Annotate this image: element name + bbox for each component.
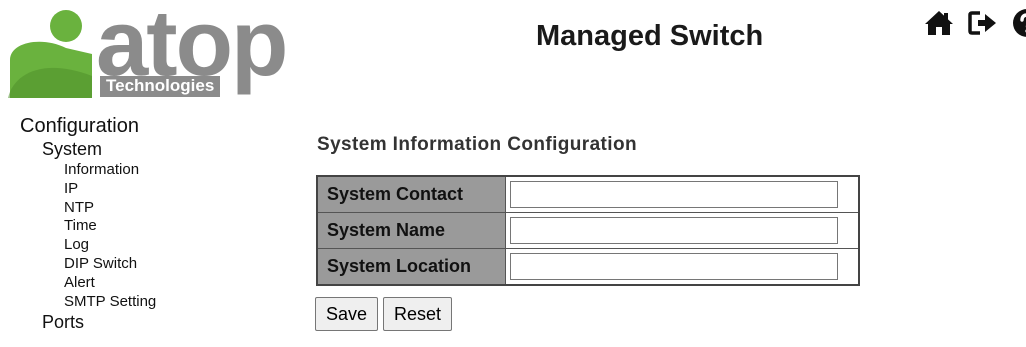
table-row: System Contact (316, 175, 860, 213)
system-contact-input[interactable] (510, 181, 838, 208)
section-title: System Information Configuration (317, 134, 637, 155)
nav-ports[interactable]: Ports (20, 313, 156, 331)
table-row: System Location (316, 248, 860, 286)
save-button[interactable]: Save (315, 297, 379, 331)
nav-item-alert[interactable]: Alert (20, 274, 156, 293)
nav-configuration[interactable]: Configuration (20, 116, 156, 136)
table-row: System Name (316, 212, 860, 249)
home-icon[interactable] (924, 8, 954, 38)
form-buttons: Save Reset (315, 297, 453, 331)
help-icon[interactable] (1012, 8, 1026, 38)
logo-subtitle: Technologies (100, 76, 221, 97)
nav-item-dip-switch[interactable]: DIP Switch (20, 255, 156, 274)
nav-item-information[interactable]: Information (20, 161, 156, 180)
system-location-input[interactable] (510, 253, 838, 280)
nav-item-ip[interactable]: IP (20, 180, 156, 199)
system-name-label: System Name (316, 212, 506, 249)
nav-item-log[interactable]: Log (20, 236, 156, 255)
system-location-label: System Location (316, 248, 506, 286)
page-header-title: Managed Switch (536, 20, 764, 52)
sidebar-nav: Configuration System Information IP NTP … (20, 116, 156, 331)
logo-mark (8, 10, 92, 98)
nav-system[interactable]: System (20, 140, 156, 158)
atop-logo: atop Technologies (6, 0, 296, 102)
nav-item-time[interactable]: Time (20, 217, 156, 236)
reset-button[interactable]: Reset (383, 297, 453, 331)
nav-item-ntp[interactable]: NTP (20, 199, 156, 218)
nav-item-smtp-setting[interactable]: SMTP Setting (20, 293, 156, 312)
system-name-input[interactable] (510, 217, 838, 244)
system-contact-label: System Contact (316, 175, 506, 213)
system-info-table: System Contact System Name System Locati… (316, 175, 860, 286)
logout-icon[interactable] (968, 8, 998, 38)
top-icon-bar (924, 8, 1026, 38)
